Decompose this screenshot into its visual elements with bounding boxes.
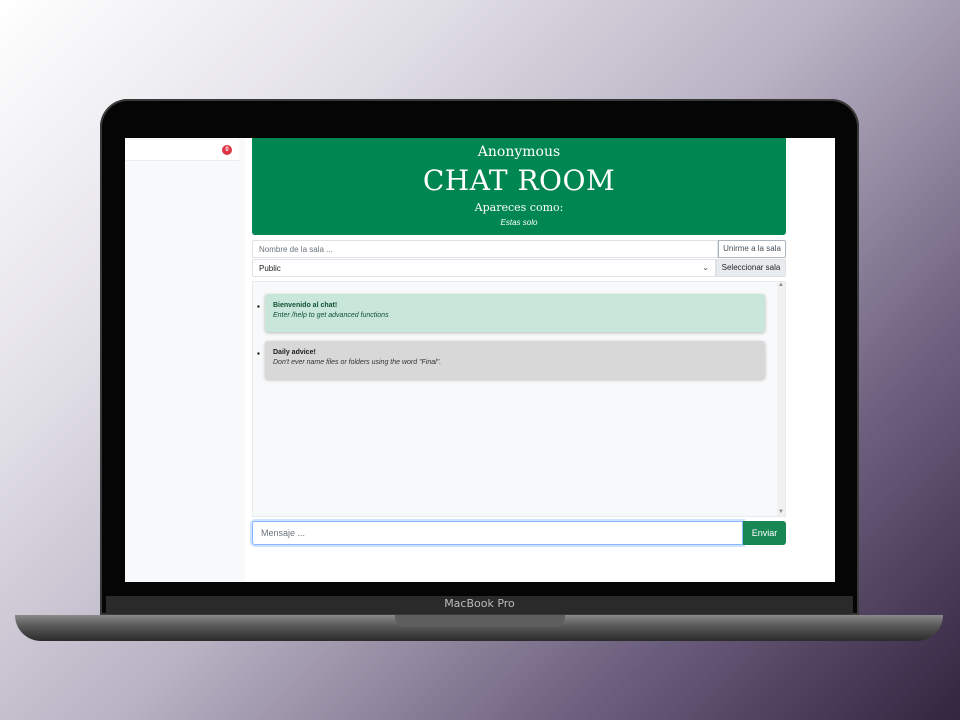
appear-as-label: Apareces como: [474, 201, 564, 214]
room-select-value: Public [259, 264, 281, 273]
presence-status: Estas solo [500, 218, 538, 227]
join-room-row: Nombre de la sala ... Unirme a la sala [252, 240, 786, 258]
scroll-up-icon[interactable]: ▲ [778, 282, 784, 288]
room-name-input[interactable]: Nombre de la sala ... [252, 240, 718, 258]
chat-header: Anonymous CHAT ROOM Apareces como: Estas… [252, 138, 786, 235]
bullet-icon: ▪ [257, 302, 260, 311]
chevron-down-icon: ⌄ [702, 263, 709, 272]
room-select[interactable]: Public ⌄ [252, 259, 716, 277]
message-scrollbar[interactable]: ▲ ▼ [777, 282, 785, 516]
message-item-welcome: Bienvenido al chat! Enter /help to get a… [265, 294, 765, 332]
message-item-advice: Daily advice! Don't ever name files or f… [265, 341, 765, 379]
message-title: Daily advice! [273, 349, 316, 356]
select-room-row: Public ⌄ Seleccionar sala [252, 259, 786, 277]
device-label: MacBook Pro [444, 597, 515, 610]
page-title: CHAT ROOM [422, 164, 616, 197]
composer-row: Mensaje ... Enviar [252, 521, 786, 545]
message-text: Don't ever name files or folders using t… [273, 359, 442, 366]
bullet-icon: ▪ [257, 349, 260, 358]
scroll-down-icon[interactable]: ▼ [778, 509, 784, 515]
notification-badge[interactable]: 0 [222, 145, 232, 155]
select-room-button[interactable]: Seleccionar sala [716, 259, 786, 277]
sidebar: 0 [125, 138, 245, 582]
username-label: Anonymous [477, 144, 561, 160]
laptop-notch [395, 615, 565, 627]
send-button[interactable]: Enviar [743, 521, 786, 545]
screen: 0 Anonymous CHAT ROOM Apareces como: Est… [125, 138, 835, 582]
join-room-button[interactable]: Unirme a la sala [718, 240, 786, 258]
chat-main: Anonymous CHAT ROOM Apareces como: Estas… [252, 138, 786, 582]
message-list[interactable]: ▪ Bienvenido al chat! Enter /help to get… [252, 281, 786, 517]
message-title: Bienvenido al chat! [273, 302, 338, 309]
message-input[interactable]: Mensaje ... [252, 521, 743, 545]
message-text: Enter /help to get advanced functions [273, 312, 389, 319]
